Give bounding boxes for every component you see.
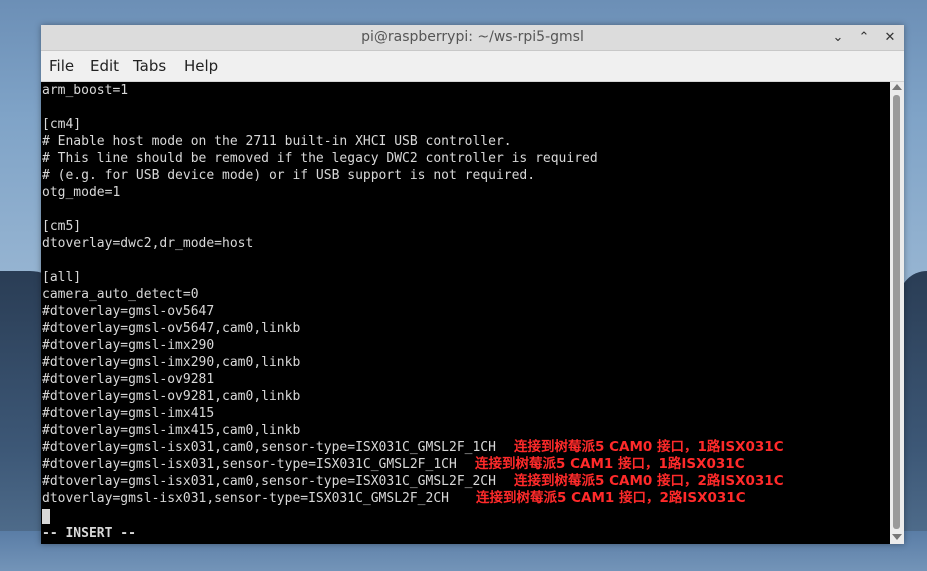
annotation-cam0-2ch: 连接到树莓派5 CAM0 接口，2路ISX031C (514, 473, 784, 489)
menu-bar: File Edit Tabs Help (41, 51, 904, 82)
close-icon[interactable]: ✕ (880, 28, 900, 48)
terminal-line: camera_auto_detect=0 (42, 287, 199, 302)
menu-tabs[interactable]: Tabs (133, 57, 166, 75)
terminal-line: #dtoverlay=gmsl-ov9281,cam0,linkb (42, 389, 301, 404)
terminal-line: dtoverlay=dwc2,dr_mode=host (42, 236, 254, 251)
vertical-scrollbar[interactable] (890, 82, 904, 544)
terminal-line: #dtoverlay=gmsl-ov5647,cam0,linkb (42, 321, 301, 336)
terminal-line: [cm5] (42, 219, 82, 234)
vim-mode-status: -- INSERT -- (42, 526, 136, 541)
title-bar[interactable]: pi@raspberrypi: ~/ws-rpi5-gmsl ⌄ ⌃ ✕ (41, 25, 904, 51)
terminal-line: #dtoverlay=gmsl-isx031,sensor-type=ISX03… (42, 457, 457, 472)
text-cursor (42, 509, 50, 524)
menu-edit[interactable]: Edit (90, 57, 119, 75)
terminal-line: #dtoverlay=gmsl-imx290 (42, 338, 215, 353)
window-title: pi@raspberrypi: ~/ws-rpi5-gmsl (361, 29, 584, 45)
terminal-line: #dtoverlay=gmsl-isx031,cam0,sensor-type=… (42, 474, 496, 489)
menu-help[interactable]: Help (184, 57, 218, 75)
terminal-line: #dtoverlay=gmsl-ov5647 (42, 304, 215, 319)
terminal-line: # (e.g. for USB device mode) or if USB s… (42, 168, 536, 183)
terminal-line: dtoverlay=gmsl-isx031,sensor-type=ISX031… (42, 491, 449, 506)
terminal-line: #dtoverlay=gmsl-imx415,cam0,linkb (42, 423, 301, 438)
annotation-cam1-2ch: 连接到树莓派5 CAM1 接口，2路ISX031C (476, 490, 746, 506)
terminal-line: [cm4] (42, 117, 82, 132)
menu-file[interactable]: File (49, 57, 74, 75)
terminal-line: # Enable host mode on the 2711 built-in … (42, 134, 512, 149)
terminal-line: [all] (42, 270, 82, 285)
terminal-line: otg_mode=1 (42, 185, 121, 200)
annotation-cam0-1ch: 连接到树莓派5 CAM0 接口，1路ISX031C (514, 439, 784, 455)
terminal-window: pi@raspberrypi: ~/ws-rpi5-gmsl ⌄ ⌃ ✕ Fil… (41, 25, 904, 544)
terminal-line: #dtoverlay=gmsl-imx290,cam0,linkb (42, 355, 301, 370)
minimize-icon[interactable]: ⌄ (828, 28, 848, 48)
terminal-line: arm_boost=1 (42, 83, 129, 98)
scroll-down-arrow-icon[interactable] (892, 534, 902, 540)
terminal-line: #dtoverlay=gmsl-ov9281 (42, 372, 215, 387)
annotation-cam1-1ch: 连接到树莓派5 CAM1 接口，1路ISX031C (475, 456, 745, 472)
scrollbar-thumb[interactable] (893, 95, 900, 529)
terminal-line: #dtoverlay=gmsl-isx031,cam0,sensor-type=… (42, 440, 496, 455)
scroll-up-arrow-icon[interactable] (892, 84, 902, 90)
maximize-icon[interactable]: ⌃ (854, 28, 874, 48)
terminal-text-area[interactable]: arm_boost=1 [cm4] # Enable host mode on … (41, 82, 890, 544)
terminal-line: # This line should be removed if the leg… (42, 151, 598, 166)
terminal-line: #dtoverlay=gmsl-imx415 (42, 406, 215, 421)
